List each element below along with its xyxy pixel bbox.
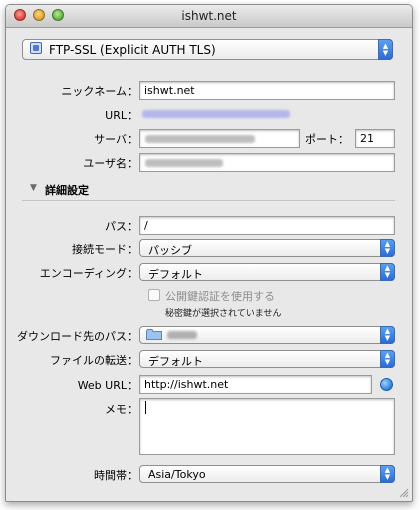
ftp-lock-icon [30, 42, 42, 54]
chevron-updown-icon: ▲ ▼ [380, 350, 395, 368]
web-url-input[interactable]: http://ishwt.net [139, 375, 372, 394]
server-input[interactable] [139, 129, 300, 148]
globe-icon[interactable] [380, 378, 393, 391]
nickname-label: ニックネーム： [61, 85, 138, 98]
nickname-input[interactable]: ishwt.net [139, 81, 395, 100]
encoding-value: デフォルト [148, 268, 203, 281]
disclosure-triangle-icon: ▼ [30, 183, 37, 193]
memo-textarea[interactable] [139, 398, 395, 455]
window-title: ishwt.net [181, 9, 237, 23]
folder-icon [146, 329, 162, 340]
username-label: ユーザ名： [83, 157, 138, 170]
port-input[interactable]: 21 [355, 129, 395, 148]
path-label: パス： [105, 220, 138, 233]
encoding-select[interactable]: デフォルト ▲ ▼ [139, 263, 395, 281]
chevron-updown-icon: ▲ ▼ [380, 239, 395, 257]
file-transfer-select[interactable]: デフォルト ▲ ▼ [139, 350, 395, 368]
url-label: URL： [105, 109, 138, 122]
username-value [145, 159, 223, 167]
timezone-value: Asia/Tokyo [148, 468, 206, 481]
encoding-label: エンコーディング： [39, 267, 138, 280]
download-path-label: ダウンロード先のパス： [17, 330, 138, 343]
server-label: サーバ： [94, 133, 138, 146]
download-path-value [167, 331, 197, 339]
bookmark-settings-panel: FTP-SSL (Explicit AUTH TLS) ▲ ▼ ニックネーム： i… [6, 28, 412, 501]
text-cursor [145, 401, 146, 414]
protocol-select[interactable]: FTP-SSL (Explicit AUTH TLS) ▲ ▼ [22, 39, 393, 60]
bookmark-window: ishwt.net FTP-SSL (Explicit AUTH TLS) ▲ ▼… [5, 4, 413, 502]
private-key-status: 秘密鍵が選択されていません [165, 309, 282, 319]
connect-mode-select[interactable]: パッシブ ▲ ▼ [139, 239, 395, 257]
web-url-label: Web URL： [77, 379, 138, 392]
connect-mode-label: 接続モード： [72, 243, 138, 256]
username-input[interactable] [139, 153, 395, 172]
memo-label: メモ： [105, 403, 138, 416]
public-key-checkbox[interactable] [148, 289, 160, 301]
download-path-select[interactable]: ▲ ▼ [139, 326, 395, 344]
timezone-select[interactable]: Asia/Tokyo ▲ ▼ [139, 465, 395, 483]
resize-grip-icon[interactable] [399, 488, 409, 498]
connect-mode-value: パッシブ [148, 244, 192, 257]
title-bar[interactable]: ishwt.net [6, 5, 412, 28]
file-transfer-value: デフォルト [148, 355, 203, 368]
chevron-updown-icon: ▲ ▼ [380, 326, 395, 344]
timezone-label: 時間帯： [94, 469, 138, 482]
protocol-value: FTP-SSL (Explicit AUTH TLS) [49, 43, 216, 57]
public-key-label: 公開鍵認証を使用する [165, 290, 275, 303]
server-value [145, 135, 255, 143]
section-divider [22, 200, 395, 201]
chevron-updown-icon: ▲ ▼ [378, 39, 393, 60]
file-transfer-label: ファイルの転送： [50, 354, 138, 367]
advanced-title: 詳細設定 [45, 184, 89, 197]
chevron-updown-icon: ▲ ▼ [380, 263, 395, 281]
url-link[interactable] [142, 110, 290, 118]
chevron-updown-icon: ▲ ▼ [380, 465, 395, 483]
port-label: ポート： [305, 133, 349, 146]
path-input[interactable]: / [139, 216, 395, 235]
